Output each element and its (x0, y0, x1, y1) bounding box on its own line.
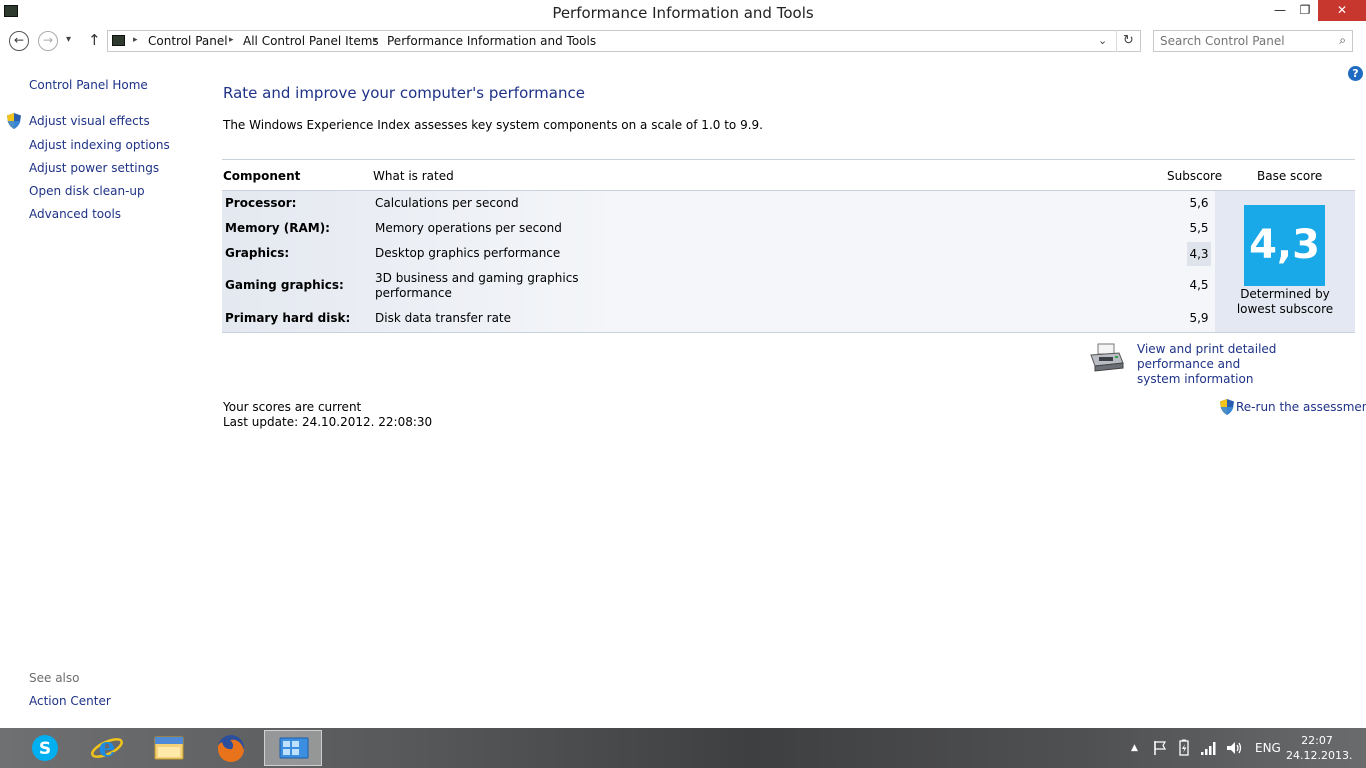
refresh-icon[interactable]: ↻ (1116, 30, 1140, 52)
maximize-button[interactable]: ❐ (1295, 0, 1315, 21)
taskbar: S e ▲ ENG 22:07 24.12.2013. (0, 728, 1366, 768)
scores-current-text: Your scores are current (223, 400, 362, 414)
subscore-value: 4,3 (1187, 242, 1211, 266)
sidebar-item-advanced-tools[interactable]: Advanced tools (29, 207, 121, 221)
minimize-button[interactable]: — (1270, 0, 1290, 21)
what-is-rated: Desktop graphics performance (375, 246, 561, 260)
volume-icon[interactable] (1225, 740, 1243, 756)
navigation-bar: ← → ▾ ↑ ▸ Control Panel ▸ All Control Pa… (0, 28, 1366, 54)
chevron-right-icon[interactable]: ▸ (229, 35, 234, 45)
last-update-text: Last update: 24.10.2012. 22:08:30 (223, 415, 433, 429)
search-input[interactable] (1160, 33, 1330, 49)
divider (222, 159, 1355, 160)
back-button[interactable]: ← (9, 31, 29, 51)
clock-date: 24.12.2013. (1286, 749, 1353, 762)
chevron-right-icon[interactable]: ▸ (373, 35, 378, 45)
component-label: Primary hard disk: (225, 311, 351, 325)
close-button[interactable]: ✕ (1318, 0, 1366, 21)
shield-icon (1220, 399, 1234, 415)
clock[interactable]: 22:07 24.12.2013. (1286, 733, 1353, 763)
view-print-details-link-line[interactable]: system information (1137, 372, 1357, 387)
rerun-assessment-link[interactable]: Re-run the assessment (1236, 400, 1366, 414)
sidebar-item-open-disk-clean-up[interactable]: Open disk clean-up (29, 184, 145, 198)
help-icon[interactable]: ? (1348, 66, 1363, 81)
see-also-heading: See also (29, 671, 80, 685)
action-center-flag-icon[interactable] (1152, 740, 1168, 756)
language-indicator[interactable]: ENG (1255, 741, 1281, 755)
breadcrumb-performance[interactable]: Performance Information and Tools (387, 34, 596, 48)
control-panel-icon[interactable] (264, 730, 322, 766)
component-label: Processor: (225, 196, 297, 210)
skype-icon[interactable]: S (16, 730, 74, 766)
component-label: Graphics: (225, 246, 290, 260)
page-description: The Windows Experience Index assesses ke… (223, 118, 763, 132)
what-is-rated: performance (375, 286, 452, 300)
file-explorer-icon[interactable] (140, 730, 198, 766)
breadcrumb-control-panel[interactable]: Control Panel (148, 34, 228, 48)
title-bar: Performance Information and Tools — ❐ ✕ (0, 0, 1366, 26)
sidebar-item-adjust-power-settings[interactable]: Adjust power settings (29, 161, 159, 175)
what-is-rated: Memory operations per second (375, 221, 562, 235)
column-header-what-is-rated: What is rated (373, 169, 454, 183)
what-is-rated: Calculations per second (375, 196, 519, 210)
base-score-caption: Determined by lowest subscore (1222, 287, 1348, 317)
sidebar-item-adjust-indexing-options[interactable]: Adjust indexing options (29, 138, 170, 152)
forward-button[interactable]: → (38, 31, 58, 51)
column-header-base-score: Base score (1257, 169, 1323, 183)
page-title: Rate and improve your computer's perform… (223, 84, 585, 102)
base-score-caption-line: lowest subscore (1236, 302, 1334, 316)
battery-icon[interactable] (1176, 739, 1192, 757)
divider (222, 332, 1355, 333)
what-is-rated: 3D business and gaming graphics (375, 271, 579, 285)
search-icon[interactable]: ⌕ (1339, 33, 1346, 48)
search-box[interactable]: ⌕ (1153, 30, 1353, 52)
column-header-component: Component (223, 169, 301, 183)
address-bar[interactable]: ▸ Control Panel ▸ All Control Panel Item… (107, 30, 1141, 52)
subscore-value: 5,5 (1189, 221, 1209, 235)
svg-text:e: e (99, 733, 116, 763)
chevron-right-icon[interactable]: ▸ (133, 35, 138, 45)
component-label: Memory (RAM): (225, 221, 330, 235)
base-score-caption-line: Determined by (1240, 287, 1330, 301)
view-print-details-link[interactable]: View and print detailed performance and … (1137, 342, 1357, 387)
svg-text:S: S (39, 739, 51, 759)
control-panel-icon (112, 35, 125, 46)
printer-icon[interactable] (1089, 343, 1125, 373)
window-title: Performance Information and Tools (552, 4, 814, 22)
network-icon[interactable] (1200, 740, 1218, 756)
sidebar-item-adjust-visual-effects[interactable]: Adjust visual effects (29, 114, 150, 128)
sidebar-item-control-panel-home[interactable]: Control Panel Home (29, 78, 148, 92)
score-table: Component What is rated Subscore Base sc… (222, 159, 1355, 333)
show-hidden-icons-button[interactable]: ▲ (1131, 743, 1138, 753)
base-score-tile: 4,3 (1244, 205, 1325, 286)
up-button[interactable]: ↑ (88, 31, 101, 49)
component-label: Gaming graphics: (225, 278, 344, 292)
breadcrumb-all-items[interactable]: All Control Panel Items (243, 34, 379, 48)
sidebar-item-action-center[interactable]: Action Center (29, 694, 111, 708)
firefox-icon[interactable] (202, 730, 260, 766)
internet-explorer-icon[interactable]: e (78, 730, 136, 766)
scores-status: Your scores are current Last update: 24.… (223, 400, 432, 430)
column-header-subscore: Subscore (1167, 169, 1223, 183)
view-print-details-link-line[interactable]: View and print detailed performance and (1137, 342, 1357, 372)
recent-locations-button[interactable]: ▾ (66, 34, 71, 45)
clock-time: 22:07 (1301, 734, 1333, 747)
subscore-value: 4,5 (1189, 278, 1209, 292)
subscore-value: 5,6 (1189, 196, 1209, 210)
shield-icon (7, 113, 21, 129)
what-is-rated: Disk data transfer rate (375, 311, 512, 325)
subscore-value: 5,9 (1189, 311, 1209, 325)
chevron-down-icon[interactable]: ⌄ (1098, 34, 1107, 47)
